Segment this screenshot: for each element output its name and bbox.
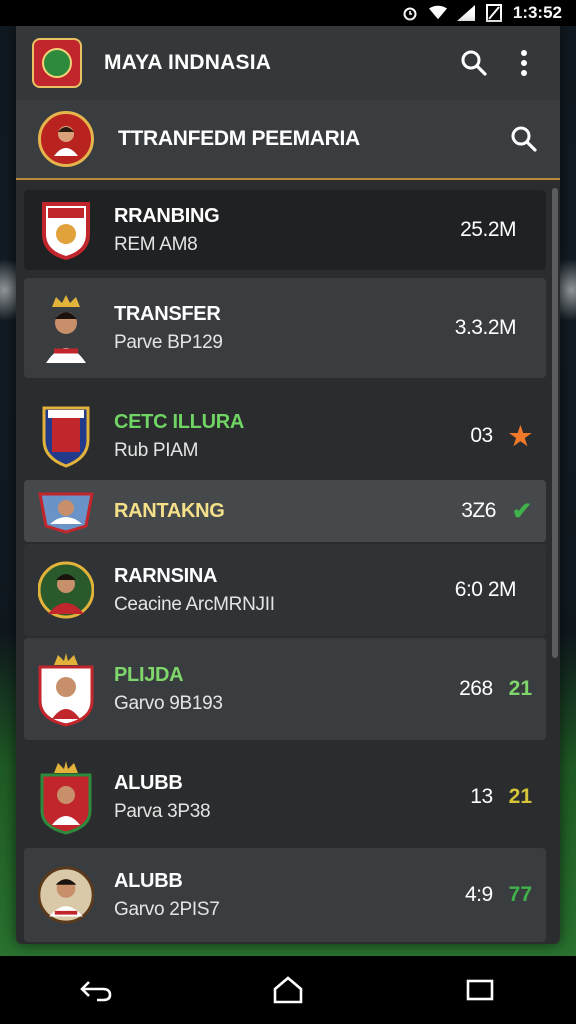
club-badge-icon [38, 198, 94, 262]
row-name: CETC ILLURA [114, 410, 245, 433]
back-icon [80, 981, 112, 1002]
app-title: MAYA INDNASIA [104, 51, 272, 74]
row-value: 25.2M [460, 218, 516, 241]
row-value: 3Z6 [461, 499, 496, 522]
check-icon: ✔ [511, 497, 532, 525]
wifi-icon [428, 5, 447, 21]
system-nav-bar [0, 956, 576, 1024]
back-button[interactable] [76, 970, 116, 1010]
row-value: 268 [459, 677, 493, 700]
row-name: RARNSINA [114, 564, 218, 587]
club-badge-icon [38, 486, 94, 536]
row-value: 3.3.2M [454, 316, 517, 339]
row-subtitle: Garvo 2PIS7 [114, 898, 220, 920]
home-button[interactable] [268, 970, 308, 1010]
app-logo [32, 38, 82, 88]
header-search-button[interactable] [504, 119, 544, 159]
list-item[interactable]: RARNSINA Ceacine ArcMRNJII 6:0 2M [24, 544, 546, 636]
row-subtitle: REM AM8 [114, 233, 198, 255]
row-subtitle: Garvo 9B193 [114, 692, 223, 714]
row-name: RRANBING [114, 204, 220, 227]
alarm-icon [401, 5, 419, 21]
row-extra: 77 [508, 883, 532, 906]
club-badge-icon [38, 404, 94, 468]
row-extra: 21 [508, 677, 532, 700]
row-subtitle: Parva 3P38 [114, 800, 211, 822]
row-name: RANTAKNG [114, 499, 225, 522]
row-subtitle: Ceacine ArcMRNJII [114, 593, 275, 615]
list-item[interactable]: ALUBB Garvo 2PIS7 4:9 77 [24, 848, 546, 942]
club-badge-icon [38, 761, 94, 835]
scrollbar[interactable] [552, 188, 558, 658]
more-options-button[interactable] [504, 43, 544, 83]
search-icon [461, 50, 487, 76]
home-icon [273, 976, 303, 1004]
list-item[interactable]: ALUBB Parva 3P38 13 21 [24, 748, 546, 846]
search-icon [511, 126, 537, 152]
more-vert-icon [521, 50, 527, 76]
main-panel: MAYA INDNASIA TTRANFEDM PEEMARIA RRANBIN… [16, 26, 560, 944]
row-name: TRANSFER [114, 302, 221, 325]
player-avatar-icon [38, 653, 94, 727]
player-avatar-icon [38, 295, 94, 363]
header-avatar [38, 111, 94, 167]
row-subtitle: Rub PIAM [114, 439, 199, 461]
list-item[interactable]: PLIJDA Garvo 9B193 268 21 [24, 638, 546, 740]
row-value: 6:0 2M [454, 578, 517, 601]
list-item[interactable]: TRANSFER Parve BP129 3.3.2M [24, 278, 546, 378]
row-subtitle: Parve BP129 [114, 331, 223, 353]
recents-icon [466, 979, 494, 1001]
player-avatar-icon [38, 863, 94, 927]
row-extra: 21 [508, 785, 532, 808]
app-bar: MAYA INDNASIA [16, 26, 560, 100]
search-button[interactable] [454, 43, 494, 83]
battery-icon [485, 4, 503, 22]
list-item[interactable]: CETC ILLURA Rub PIAM 03 ★ [24, 390, 546, 482]
player-avatar-icon [38, 558, 94, 622]
header-card: TTRANFEDM PEEMARIA [16, 100, 560, 180]
status-time: 1:3:52 [512, 3, 562, 22]
row-value: 13 [470, 785, 493, 808]
row-value: 03 [470, 424, 493, 447]
star-icon: ★ [508, 420, 532, 451]
row-value: 4:9 [464, 883, 493, 906]
row-name: PLIJDA [114, 663, 184, 686]
list-item[interactable]: RRANBING REM AM8 25.2M [24, 190, 546, 270]
list-item[interactable]: RANTAKNG 3Z6 ✔ [24, 480, 546, 542]
status-bar: 1:3:52 [0, 0, 576, 26]
header-title: TTRANFEDM PEEMARIA [118, 127, 360, 150]
row-name: ALUBB [114, 771, 183, 794]
signal-icon [456, 5, 475, 21]
row-name: ALUBB [114, 869, 183, 892]
recents-button[interactable] [460, 970, 500, 1010]
